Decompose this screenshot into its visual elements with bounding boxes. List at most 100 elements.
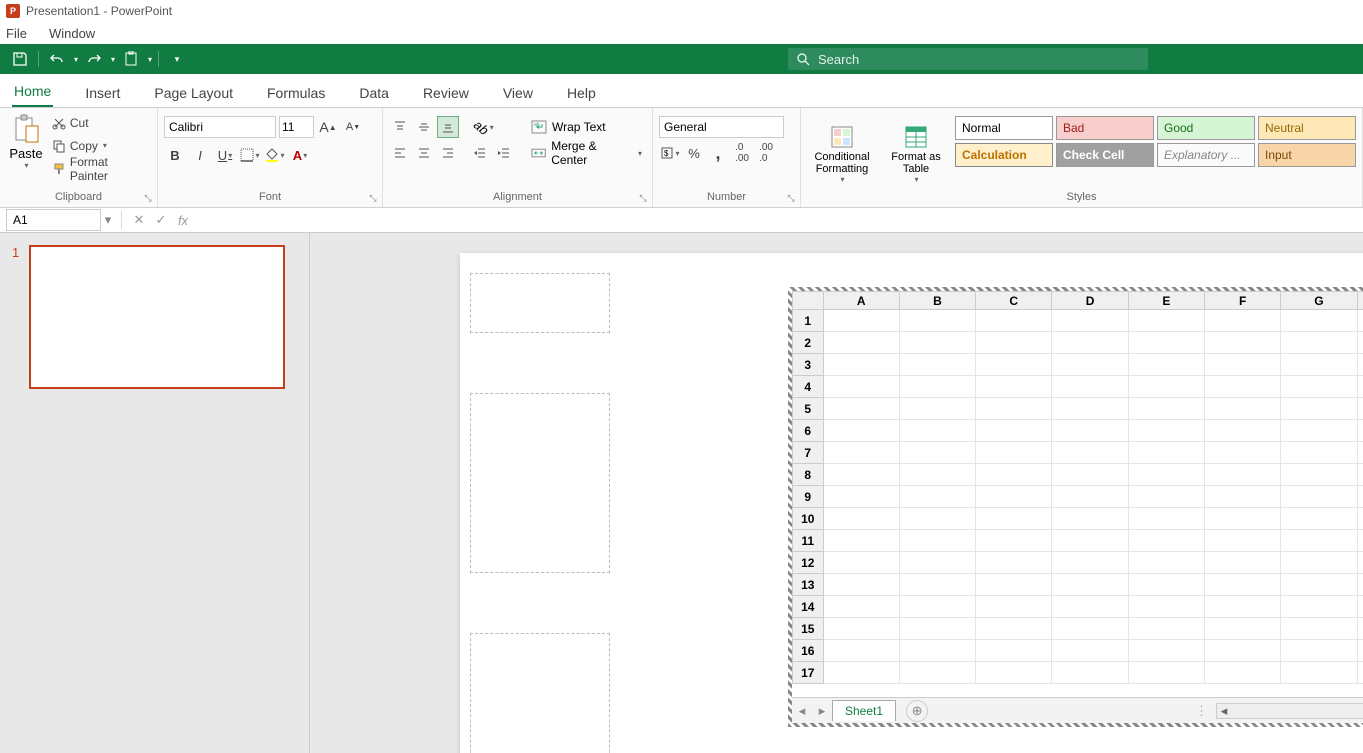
- cell[interactable]: [1128, 662, 1204, 684]
- cell[interactable]: [899, 552, 975, 574]
- row-header[interactable]: 17: [793, 662, 824, 684]
- cell[interactable]: [976, 354, 1052, 376]
- sheet-tab-1[interactable]: Sheet1: [832, 700, 896, 721]
- cell[interactable]: [899, 354, 975, 376]
- cell[interactable]: [1281, 530, 1357, 552]
- col-header[interactable]: E: [1128, 292, 1204, 310]
- increase-font-button[interactable]: A▲: [317, 116, 339, 138]
- cell[interactable]: [899, 640, 975, 662]
- cell[interactable]: [976, 398, 1052, 420]
- cell[interactable]: [1128, 508, 1204, 530]
- conditional-formatting-button[interactable]: Conditional Formatting▾: [807, 112, 877, 191]
- cell[interactable]: [1052, 552, 1128, 574]
- cell[interactable]: [1357, 442, 1363, 464]
- row-header[interactable]: 10: [793, 508, 824, 530]
- add-sheet-button[interactable]: ⊕: [906, 700, 928, 722]
- cell[interactable]: [1281, 464, 1357, 486]
- cell[interactable]: [823, 376, 899, 398]
- row-header[interactable]: 7: [793, 442, 824, 464]
- cell[interactable]: [899, 662, 975, 684]
- cell[interactable]: [1052, 310, 1128, 332]
- cell[interactable]: [1128, 552, 1204, 574]
- cell[interactable]: [1052, 486, 1128, 508]
- cell[interactable]: [1128, 376, 1204, 398]
- slide[interactable]: tle ABCDEFGH1234567891011121314151617 ◂ …: [460, 253, 1363, 753]
- cell[interactable]: [823, 508, 899, 530]
- cell[interactable]: [1052, 530, 1128, 552]
- paste-quick-button[interactable]: [119, 47, 143, 71]
- embedded-excel-object[interactable]: ABCDEFGH1234567891011121314151617 ◂ ▸ Sh…: [784, 283, 1363, 731]
- cell[interactable]: [1205, 640, 1281, 662]
- cell[interactable]: [823, 596, 899, 618]
- cell[interactable]: [1205, 464, 1281, 486]
- cell[interactable]: [1357, 596, 1363, 618]
- clipboard-dialog-launcher[interactable]: ⤡: [142, 192, 154, 204]
- style-explanatory[interactable]: Explanatory ...: [1157, 143, 1255, 167]
- accept-formula-button[interactable]: ✓: [150, 212, 172, 228]
- style-check-cell[interactable]: Check Cell: [1056, 143, 1154, 167]
- cell[interactable]: [1357, 552, 1363, 574]
- cell[interactable]: [899, 464, 975, 486]
- tab-home[interactable]: Home: [12, 77, 53, 107]
- cell[interactable]: [1052, 662, 1128, 684]
- cell[interactable]: [1205, 310, 1281, 332]
- col-header[interactable]: B: [899, 292, 975, 310]
- cell[interactable]: [823, 442, 899, 464]
- cell[interactable]: [1128, 640, 1204, 662]
- select-all-cell[interactable]: [793, 292, 824, 310]
- cancel-formula-button[interactable]: ✕: [128, 212, 150, 228]
- cell[interactable]: [976, 420, 1052, 442]
- bold-button[interactable]: B: [164, 144, 186, 166]
- cell[interactable]: [1281, 376, 1357, 398]
- save-button[interactable]: [8, 47, 32, 71]
- cell[interactable]: [899, 376, 975, 398]
- cell[interactable]: [1052, 332, 1128, 354]
- cell[interactable]: [1281, 420, 1357, 442]
- cell[interactable]: [1052, 618, 1128, 640]
- cell[interactable]: [1357, 332, 1363, 354]
- cell[interactable]: [823, 486, 899, 508]
- cell[interactable]: [1281, 310, 1357, 332]
- cell[interactable]: [899, 486, 975, 508]
- cell[interactable]: [1052, 640, 1128, 662]
- row-header[interactable]: 14: [793, 596, 824, 618]
- font-color-button[interactable]: A▾: [289, 144, 311, 166]
- cell[interactable]: [899, 332, 975, 354]
- row-header[interactable]: 3: [793, 354, 824, 376]
- cell[interactable]: [1205, 486, 1281, 508]
- sheet-nav-prev[interactable]: ◂: [792, 703, 812, 719]
- cell[interactable]: [1281, 662, 1357, 684]
- col-header[interactable]: G: [1281, 292, 1357, 310]
- search-box[interactable]: Search: [788, 48, 1148, 70]
- cell[interactable]: [976, 508, 1052, 530]
- font-family-select[interactable]: [164, 116, 276, 138]
- number-dialog-launcher[interactable]: ⤡: [785, 192, 797, 204]
- cell[interactable]: [1128, 354, 1204, 376]
- cell[interactable]: [1128, 596, 1204, 618]
- cell[interactable]: [1281, 640, 1357, 662]
- col-header[interactable]: D: [1052, 292, 1128, 310]
- copy-button[interactable]: Copy▾: [50, 135, 151, 156]
- cell[interactable]: [1281, 486, 1357, 508]
- font-size-select[interactable]: [279, 116, 314, 138]
- col-header[interactable]: C: [976, 292, 1052, 310]
- cell[interactable]: [1357, 354, 1363, 376]
- cell[interactable]: [823, 398, 899, 420]
- cell[interactable]: [1281, 354, 1357, 376]
- sheet-horizontal-scrollbar[interactable]: ◂▸: [1216, 703, 1363, 719]
- increase-indent-button[interactable]: [493, 142, 515, 164]
- cell[interactable]: [1281, 508, 1357, 530]
- format-as-table-button[interactable]: Format as Table▾: [881, 112, 951, 191]
- cell[interactable]: [976, 552, 1052, 574]
- cell[interactable]: [823, 332, 899, 354]
- row-header[interactable]: 1: [793, 310, 824, 332]
- fill-color-button[interactable]: ▾: [264, 144, 286, 166]
- insert-function-button[interactable]: fx: [172, 213, 194, 228]
- number-format-select[interactable]: [659, 116, 784, 138]
- cell[interactable]: [899, 574, 975, 596]
- tab-insert[interactable]: Insert: [83, 79, 122, 107]
- comma-format-button[interactable]: ,: [707, 142, 729, 164]
- cell[interactable]: [1205, 376, 1281, 398]
- align-right-button[interactable]: [437, 142, 459, 164]
- cell[interactable]: [1281, 618, 1357, 640]
